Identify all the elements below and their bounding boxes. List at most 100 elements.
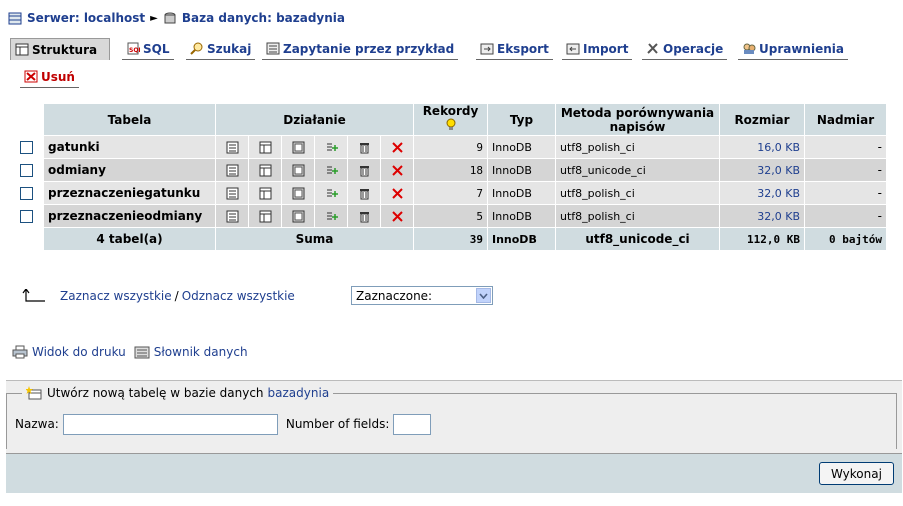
- summary-type: InnoDB: [488, 228, 556, 251]
- size-link[interactable]: 32,0 KB: [720, 205, 805, 228]
- row-checkbox[interactable]: [20, 210, 33, 223]
- fields-count-input[interactable]: [393, 413, 432, 435]
- tables-list: Tabela Działanie Rekordy Typ Metoda poró…: [10, 104, 887, 251]
- insert-icon[interactable]: [325, 210, 338, 223]
- table-row: odmiany 18 InnoDB utf8_unicode_ci 32,0 K…: [10, 159, 887, 182]
- data-dictionary-link[interactable]: Słownik danych: [134, 345, 248, 359]
- deselect-all-link[interactable]: Odznacz wszystkie: [182, 289, 295, 303]
- with-selected-select[interactable]: Zaznaczone:: [351, 286, 493, 305]
- select-all-link[interactable]: Zaznacz wszystkie: [60, 289, 172, 303]
- structure-icon: [15, 43, 29, 56]
- new-table-icon: [26, 386, 42, 400]
- create-table-database: bazadynia: [267, 386, 330, 400]
- tab-operations[interactable]: Operacje: [642, 38, 728, 60]
- col-header-records[interactable]: Rekordy: [414, 104, 488, 136]
- tab-bar: Struktura SQL SQL Szukaj Zapytanie przez…: [10, 38, 900, 123]
- create-table-legend: Utwórz nową tabelę w bazie danych bazady…: [22, 384, 334, 402]
- row-checkbox[interactable]: [20, 187, 33, 200]
- col-header-overhead[interactable]: Nadmiar: [805, 104, 887, 136]
- table-row: przeznaczeniegatunku 7 InnoDB utf8_polis…: [10, 182, 887, 205]
- structure-icon[interactable]: [259, 164, 272, 177]
- breadcrumb-separator: ►: [150, 12, 158, 24]
- extra-links: Widok do druku Słownik danych: [12, 343, 256, 361]
- structure-icon[interactable]: [259, 210, 272, 223]
- insert-icon[interactable]: [325, 187, 338, 200]
- col-header-collation[interactable]: Metoda porównywania napisów: [556, 104, 720, 136]
- records-value: 18: [414, 159, 488, 182]
- with-selected-value: Zaznaczone:: [356, 288, 433, 303]
- summary-table-count: 4 tabel(a): [44, 228, 216, 251]
- tab-sql[interactable]: SQL SQL: [122, 38, 174, 60]
- selection-bar: Zaznacz wszystkie / Odznacz wszystkie: [22, 286, 295, 306]
- type-value: InnoDB: [488, 159, 556, 182]
- breadcrumb: Serwer: localhost ► Baza danych: bazadyn…: [8, 9, 345, 27]
- search-table-icon[interactable]: [292, 164, 305, 177]
- drop-table-icon[interactable]: [391, 187, 404, 200]
- col-header-type[interactable]: Typ: [488, 104, 556, 136]
- browse-icon[interactable]: [226, 187, 239, 200]
- col-header-size[interactable]: Rozmiar: [720, 104, 805, 136]
- empty-icon[interactable]: [358, 210, 371, 223]
- search-table-icon[interactable]: [292, 187, 305, 200]
- empty-icon[interactable]: [358, 141, 371, 154]
- drop-table-icon[interactable]: [391, 141, 404, 154]
- database-icon: [164, 12, 176, 23]
- tab-import[interactable]: Import: [562, 38, 633, 60]
- tab-drop[interactable]: Usuń: [20, 66, 79, 88]
- name-label: Nazwa:: [15, 417, 59, 431]
- hint-bulb-icon[interactable]: [445, 118, 457, 132]
- overhead-value: -: [805, 159, 887, 182]
- col-header-table[interactable]: Tabela: [44, 104, 216, 136]
- dictionary-icon: [134, 346, 150, 359]
- breadcrumb-database-link[interactable]: Baza danych: bazadynia: [182, 11, 345, 25]
- table-name[interactable]: przeznaczeniegatunku: [44, 182, 216, 205]
- chevron-down-icon[interactable]: [476, 288, 491, 303]
- row-checkbox[interactable]: [20, 164, 33, 177]
- search-table-icon[interactable]: [292, 141, 305, 154]
- submit-button[interactable]: Wykonaj: [819, 462, 894, 485]
- summary-label: Suma: [216, 228, 414, 251]
- size-link[interactable]: 32,0 KB: [720, 182, 805, 205]
- overhead-value: -: [805, 182, 887, 205]
- drop-icon: [24, 70, 38, 83]
- drop-table-icon[interactable]: [391, 210, 404, 223]
- table-name[interactable]: odmiany: [44, 159, 216, 182]
- search-icon: [190, 42, 203, 55]
- table-name[interactable]: przeznaczenieodmiany: [44, 205, 216, 228]
- row-checkbox[interactable]: [20, 141, 33, 154]
- browse-icon[interactable]: [226, 141, 239, 154]
- empty-icon[interactable]: [358, 164, 371, 177]
- summary-size: 112,0 KB: [720, 228, 805, 251]
- tab-query[interactable]: Zapytanie przez przykład: [262, 38, 459, 60]
- browse-icon[interactable]: [226, 210, 239, 223]
- records-value: 5: [414, 205, 488, 228]
- search-table-icon[interactable]: [292, 210, 305, 223]
- drop-table-icon[interactable]: [391, 164, 404, 177]
- tab-privileges[interactable]: Uprawnienia: [738, 38, 848, 60]
- create-table-footer: Wykonaj: [6, 453, 902, 493]
- print-view-link[interactable]: Widok do druku: [12, 345, 126, 359]
- insert-icon[interactable]: [325, 164, 338, 177]
- tab-structure[interactable]: Struktura: [10, 38, 110, 60]
- table-name[interactable]: gatunki: [44, 136, 216, 159]
- size-link[interactable]: 16,0 KB: [720, 136, 805, 159]
- breadcrumb-server-link[interactable]: Serwer: localhost: [27, 11, 145, 25]
- collation-value: utf8_polish_ci: [556, 182, 720, 205]
- records-value: 7: [414, 182, 488, 205]
- tab-search[interactable]: Szukaj: [186, 38, 256, 60]
- collation-value: utf8_polish_ci: [556, 205, 720, 228]
- size-link[interactable]: 32,0 KB: [720, 159, 805, 182]
- overhead-value: -: [805, 136, 887, 159]
- col-header-action: Działanie: [216, 104, 414, 136]
- insert-icon[interactable]: [325, 141, 338, 154]
- table-header-row: Tabela Działanie Rekordy Typ Metoda poró…: [10, 104, 887, 136]
- create-table-form: Nazwa: Number of fields:: [15, 413, 432, 435]
- empty-icon[interactable]: [358, 187, 371, 200]
- tab-export[interactable]: Eksport: [476, 38, 553, 60]
- structure-icon[interactable]: [259, 141, 272, 154]
- summary-overhead: 0 bajtów: [805, 228, 887, 251]
- structure-icon[interactable]: [259, 187, 272, 200]
- browse-icon[interactable]: [226, 164, 239, 177]
- table-name-input[interactable]: [62, 413, 278, 435]
- collation-value: utf8_polish_ci: [556, 136, 720, 159]
